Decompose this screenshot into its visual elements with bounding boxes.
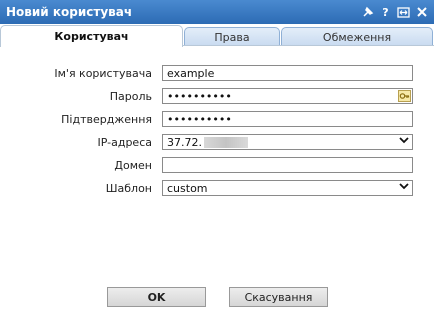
password-label: Пароль — [109, 90, 152, 103]
domain-row: Домен — [0, 157, 434, 175]
confirm-password-field[interactable]: •••••••••• — [162, 111, 413, 127]
domain-input[interactable] — [167, 158, 408, 172]
ip-row: IP-адреса 37.72. — [0, 134, 434, 152]
resize-icon[interactable] — [397, 6, 410, 19]
confirm-value: •••••••••• — [167, 112, 232, 126]
template-row: Шаблон custom — [0, 180, 434, 198]
tab-rights-label: Права — [214, 30, 250, 44]
tab-user-label: Користувач — [54, 30, 129, 43]
template-label: Шаблон — [105, 182, 152, 195]
ok-button-label: OK — [147, 290, 166, 304]
tab-restrictions[interactable]: Обмеження — [281, 27, 433, 46]
template-value: custom — [167, 181, 208, 195]
domain-field[interactable] — [162, 157, 413, 173]
help-icon[interactable]: ? — [379, 6, 392, 19]
domain-label: Домен — [114, 159, 152, 172]
ip-select[interactable]: 37.72. — [162, 134, 413, 150]
confirm-row: Підтвердження •••••••••• — [0, 111, 434, 129]
close-icon[interactable] — [415, 6, 428, 19]
template-select[interactable]: custom — [162, 180, 413, 196]
confirm-label: Підтвердження — [61, 113, 152, 126]
pin-icon[interactable] — [361, 6, 374, 19]
password-field[interactable]: •••••••••• — [162, 88, 413, 104]
window-titlebar: Новий користувач ? — [0, 0, 434, 24]
window-title: Новий користувач — [6, 5, 133, 19]
tab-restrictions-label: Обмеження — [322, 30, 392, 44]
password-row: Пароль •••••••••• — [0, 88, 434, 106]
cancel-button-label: Скасування — [244, 290, 313, 304]
tab-rights[interactable]: Права — [184, 27, 280, 46]
username-row: Ім'я користувача — [0, 65, 434, 83]
ok-button[interactable]: OK — [107, 287, 206, 307]
username-field[interactable] — [162, 65, 413, 81]
titlebar-icons: ? — [361, 6, 434, 19]
username-input[interactable] — [167, 66, 408, 80]
ip-label: IP-адреса — [97, 136, 153, 149]
password-value: •••••••••• — [167, 89, 232, 103]
ip-redacted — [204, 136, 248, 148]
tab-user[interactable]: Користувач — [0, 25, 183, 47]
generate-password-icon[interactable] — [398, 90, 411, 102]
ip-value: 37.72. — [167, 135, 202, 149]
chevron-down-icon[interactable] — [399, 182, 409, 193]
tab-bar: Користувач Права Обмеження — [0, 24, 434, 47]
chevron-down-icon[interactable] — [399, 136, 409, 147]
cancel-button[interactable]: Скасування — [229, 287, 328, 307]
username-label: Ім'я користувача — [54, 67, 152, 80]
